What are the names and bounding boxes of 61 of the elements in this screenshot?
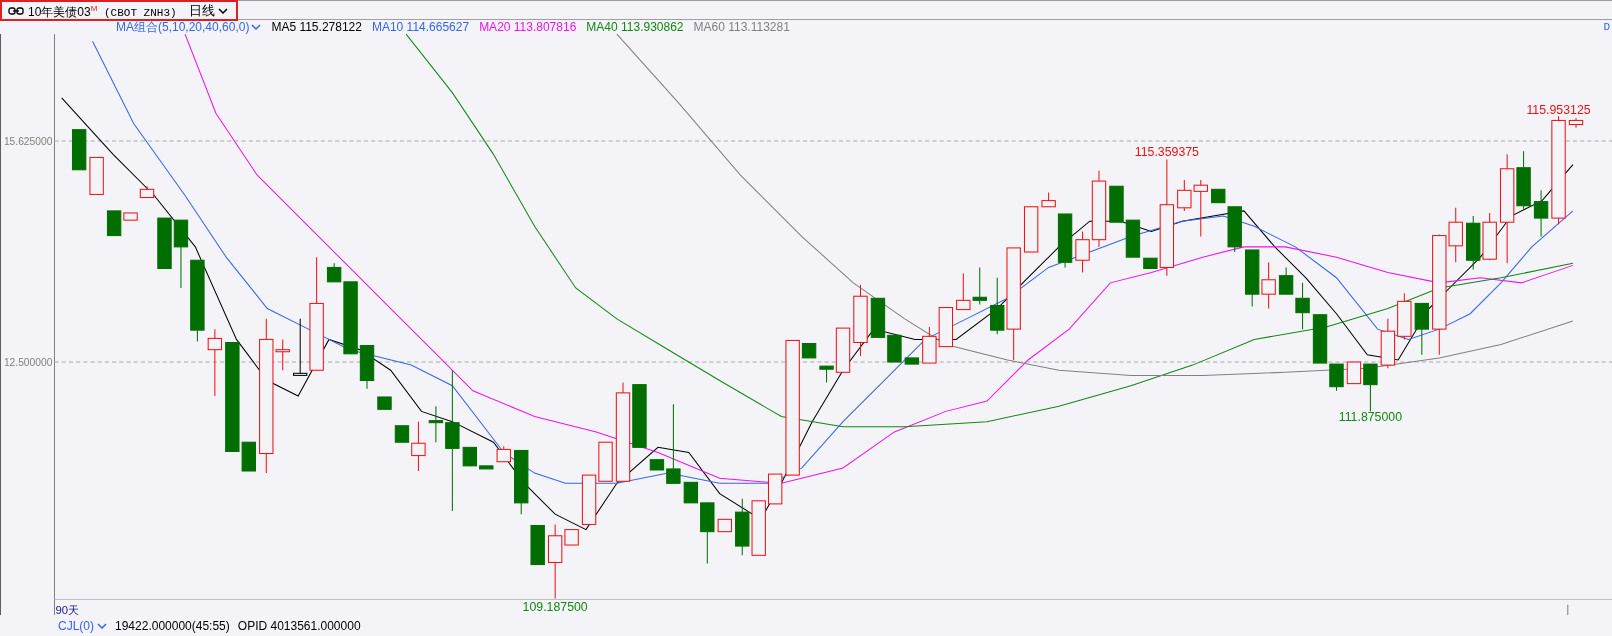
chevron-down-icon	[251, 24, 262, 30]
candlestick	[1261, 261, 1276, 310]
candlestick	[735, 498, 750, 556]
candlestick	[581, 474, 597, 525]
candlestick	[377, 396, 392, 410]
candlestick	[71, 129, 87, 171]
period-dropdown[interactable]: 日线	[188, 2, 228, 19]
candlestick	[972, 266, 987, 305]
link-icon	[8, 6, 24, 15]
candlestick	[922, 326, 937, 364]
ma-value: MA10 114.665627	[371, 20, 470, 34]
chevron-down-icon	[217, 7, 228, 14]
candlestick	[157, 217, 172, 269]
ma-value: MA60 113.113281	[693, 20, 790, 34]
axis-label: 15.625000	[3, 136, 53, 148]
candlestick	[514, 449, 529, 515]
candlestick	[1414, 302, 1429, 356]
candlestick	[1041, 191, 1056, 208]
candlestick	[938, 307, 953, 348]
instrument-selector[interactable]: 10年美债03$^{M}$ (CBOT ZNH3) 日线	[0, 0, 238, 21]
candlestick	[530, 524, 545, 566]
candlestick	[1211, 188, 1226, 204]
candlestick	[1109, 185, 1124, 223]
range-label: 90天	[55, 603, 80, 615]
candlestick	[717, 518, 732, 533]
axis-label: 12.500000	[3, 357, 53, 369]
candlestick	[207, 328, 223, 397]
ma-group-dropdown[interactable]: MA组合(5,10,20,40,60,0)	[116, 18, 262, 36]
corner-label: D	[1603, 21, 1610, 33]
ma-value: MA20 113.807816	[479, 20, 577, 34]
candlestick	[1125, 219, 1141, 258]
candlestick	[89, 156, 104, 195]
chevron-down-icon	[97, 622, 107, 629]
candlestick	[1057, 213, 1073, 268]
price-label: 115.953125	[1526, 103, 1591, 118]
candlestick	[496, 445, 511, 463]
candlestick	[1380, 318, 1396, 369]
candlestick	[173, 219, 189, 289]
instrument-name: 10年美债03$^{M}$ (CBOT ZNH3)	[28, 2, 177, 21]
candlestick	[1466, 215, 1481, 270]
candlestick	[139, 185, 155, 199]
price-label: 115.359375	[1134, 145, 1199, 160]
indicator-dropdown[interactable]: CJL(0)	[58, 618, 107, 633]
ma-value: MA40 113.930862	[586, 20, 684, 34]
volume-value: 19422.000000(45:55)	[115, 618, 230, 633]
candlestick	[1568, 117, 1584, 129]
candlestick	[1227, 206, 1242, 253]
candlestick	[887, 334, 902, 363]
candlestick	[1533, 189, 1549, 238]
candlestick	[1023, 206, 1039, 253]
candlestick	[598, 441, 613, 482]
ma-value: MA5 115.278122	[271, 20, 362, 34]
candlestick	[1397, 292, 1412, 340]
candlestick	[1482, 212, 1497, 261]
candlestick	[956, 273, 971, 311]
price-label: 111.875000	[1338, 409, 1403, 424]
open-interest-value: OPID 4013561.000000	[237, 618, 361, 633]
candlestick	[870, 297, 886, 338]
candlestick	[904, 357, 920, 365]
price-label: 109.187500	[522, 599, 588, 614]
candlestick	[1245, 249, 1260, 308]
